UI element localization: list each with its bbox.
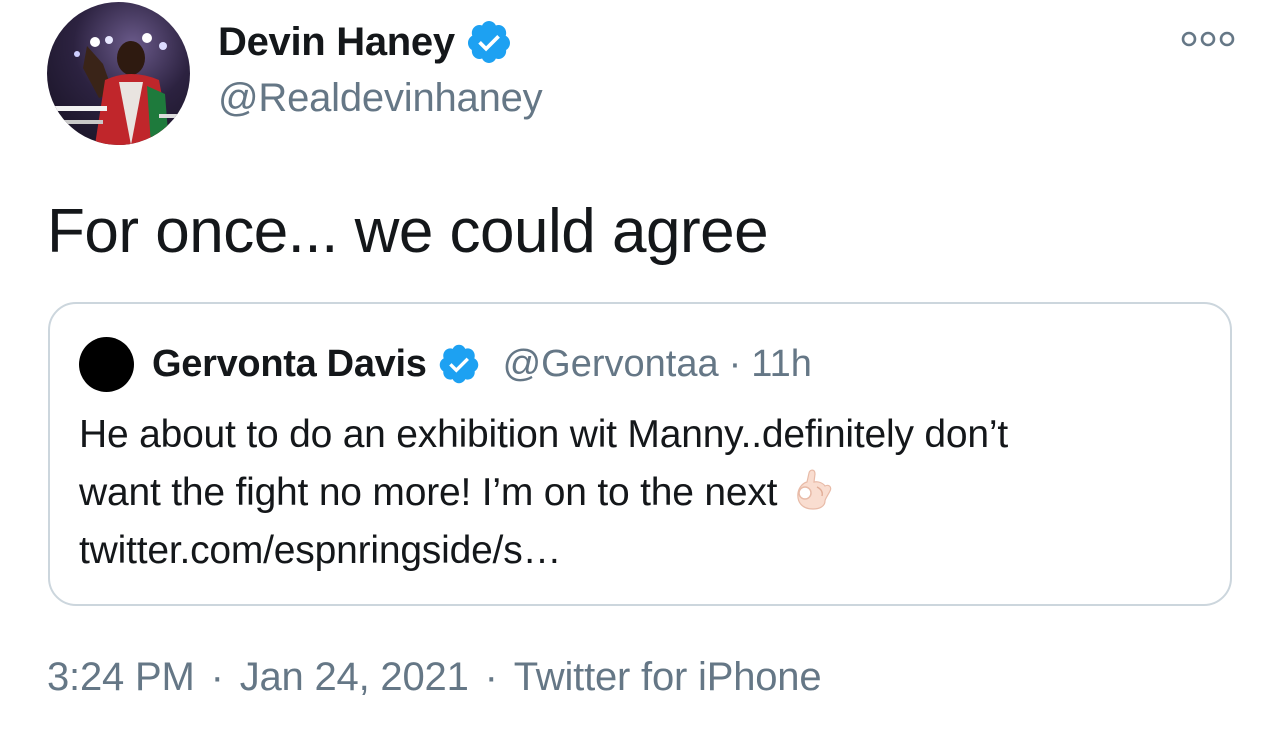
quoted-tweet-header: Gervonta Davis @Gervontaa · 11h [79, 336, 812, 392]
separator-dot: · [484, 655, 498, 699]
quoted-text-line: He about to do an exhibition wit Manny..… [79, 413, 1008, 456]
verified-badge-icon [437, 342, 481, 386]
quoted-tweet-time: 11h [751, 342, 812, 385]
tweet-text: For once... we could agree [47, 197, 769, 266]
quoted-tweet-text: He about to do an exhibition wit Manny..… [79, 406, 1199, 580]
tweet-meta: 3:24 PM · Jan 24, 2021 · Twitter for iPhone [47, 655, 822, 700]
quoted-tweet-link[interactable]: twitter.com/espnringside/s… [79, 522, 1199, 580]
author-avatar[interactable] [47, 2, 190, 145]
quoted-author-name: Gervonta Davis [152, 342, 427, 385]
tweet: Devin Haney @Realdevinhaney For once... … [0, 0, 1280, 741]
verified-badge-icon [465, 18, 513, 66]
separator-dot: · [728, 342, 742, 385]
quoted-text-line-with-emoji: want the fight no more! I’m on to the ne… [79, 464, 1199, 522]
quoted-author-handle: @Gervontaa [502, 342, 719, 385]
author-name-row: Devin Haney [218, 16, 513, 68]
tweet-date[interactable]: Jan 24, 2021 [240, 655, 469, 699]
ok-hand-emoji-icon [791, 465, 835, 513]
quoted-author-avatar [79, 336, 134, 392]
author-handle[interactable]: @Realdevinhaney [218, 76, 543, 121]
more-options-icon[interactable] [1180, 28, 1236, 50]
separator-dot: · [210, 655, 224, 699]
tweet-time[interactable]: 3:24 PM [47, 655, 195, 699]
quoted-text-line: want the fight no more! I’m on to the ne… [79, 471, 778, 514]
tweet-source[interactable]: Twitter for iPhone [514, 655, 822, 699]
quoted-tweet-card[interactable]: Gervonta Davis @Gervontaa · 11h He about… [48, 302, 1232, 606]
author-name[interactable]: Devin Haney [218, 20, 455, 65]
